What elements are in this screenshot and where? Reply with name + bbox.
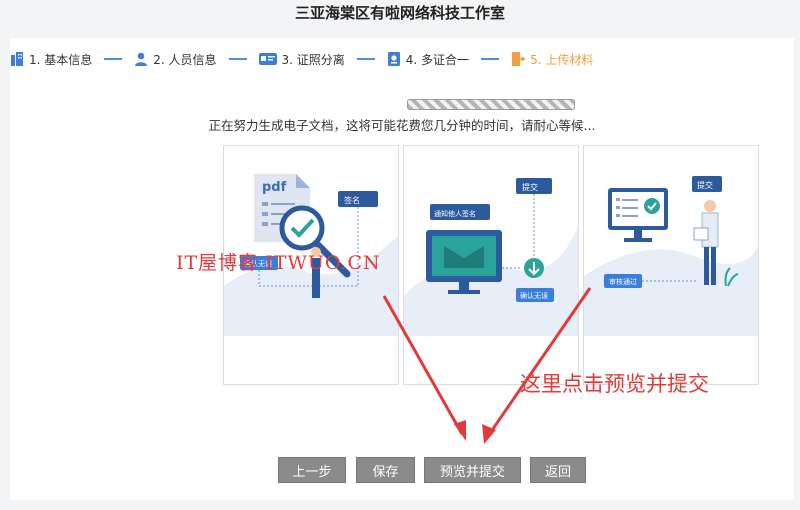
annotation-arrows [382,287,592,444]
watermark-text: IT屋博客 ITWUO.CN [176,252,381,274]
annotation-text: 这里点击预览并提交 [520,372,709,396]
